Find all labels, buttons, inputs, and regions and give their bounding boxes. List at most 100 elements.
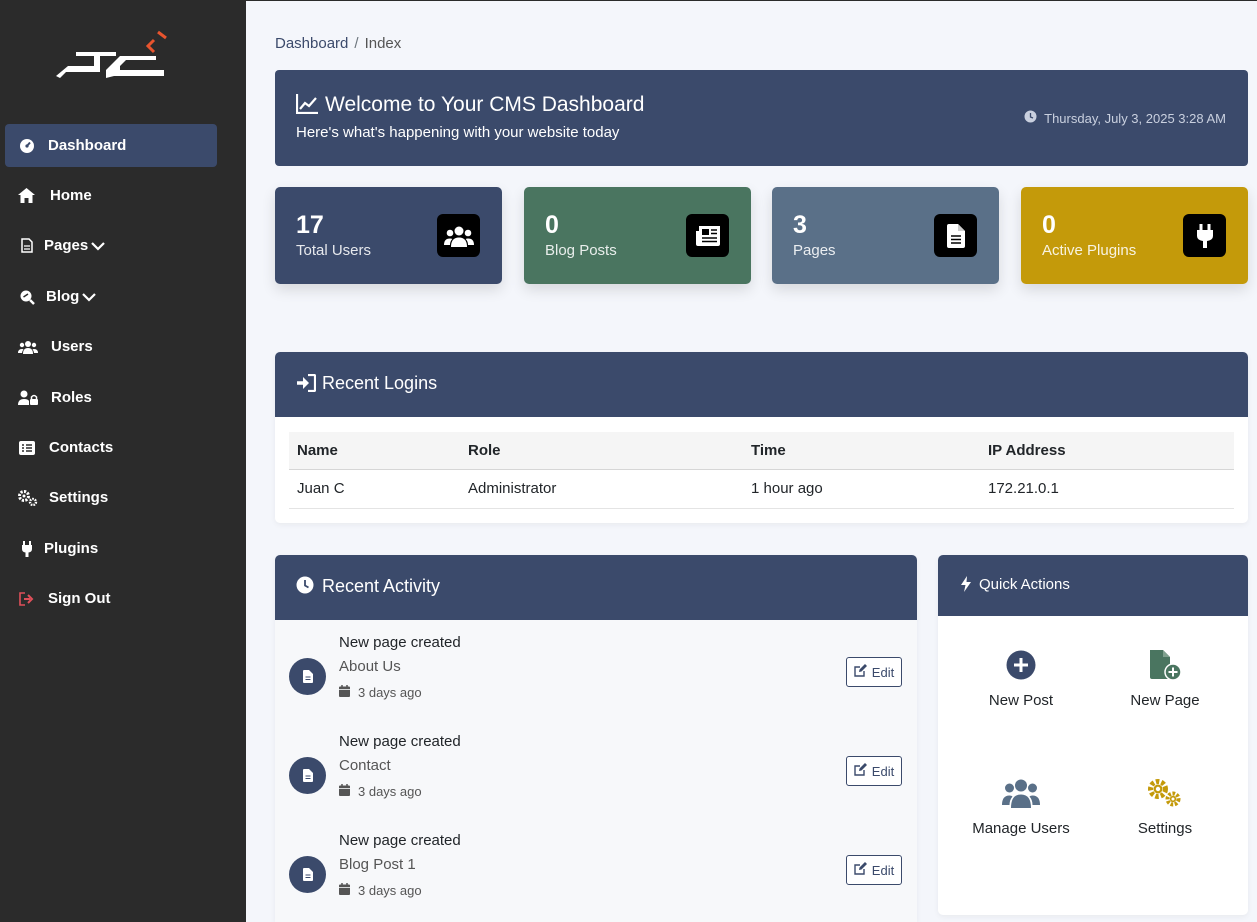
stat-card-users[interactable]: 17 Total Users [275, 187, 502, 284]
calendar-icon [339, 883, 350, 898]
sidebar-item-label: Dashboard [48, 137, 127, 154]
cell-ip: 172.21.0.1 [980, 469, 1234, 509]
column-header: Name [289, 432, 460, 470]
stat-value: 0 [1042, 211, 1056, 239]
sidebar-item-plugins[interactable]: Plugins [5, 527, 217, 570]
stat-card-blog-posts[interactable]: 0 Blog Posts [524, 187, 751, 284]
quick-action-label: New Page [1130, 692, 1200, 709]
calendar-icon [339, 685, 350, 700]
welcome-date: Thursday, July 3, 2025 3:28 AM [1024, 110, 1226, 126]
sidebar-item-label: Users [51, 338, 93, 355]
quick-action-manage-users[interactable]: Manage Users [951, 776, 1091, 837]
sidebar: Dashboard Home Pages Blog Users Roles Co… [0, 0, 246, 922]
breadcrumb-link-dashboard[interactable]: Dashboard [275, 35, 348, 52]
cell-role: Administrator [460, 469, 743, 509]
activity-item: New page created About Us 3 days ago Edi… [289, 634, 903, 724]
sidebar-item-users[interactable]: Users [5, 325, 217, 368]
users-icon [951, 776, 1091, 810]
gears-icon [18, 489, 38, 506]
recent-logins-title: Recent Logins [322, 373, 438, 393]
stat-label: Pages [793, 242, 836, 259]
quick-actions-header: Quick Actions [938, 555, 1248, 616]
activity-action: New page created [339, 634, 461, 651]
list-alt-icon [18, 439, 35, 456]
activity-time: 3 days ago [339, 883, 422, 898]
quick-action-label: Settings [1137, 820, 1193, 837]
stat-label: Active Plugins [1042, 242, 1137, 259]
breadcrumb-current: Index [364, 35, 402, 52]
activity-action: New page created [339, 832, 461, 849]
table-row: Juan C Administrator 1 hour ago 172.21.0… [289, 469, 1234, 509]
recent-logins-card: Recent Logins Name Role Time IP Address … [275, 352, 1248, 523]
stat-card-pages[interactable]: 3 Pages [772, 187, 999, 284]
edit-button[interactable]: Edit [846, 855, 902, 885]
sidebar-item-blog[interactable]: Blog [5, 275, 217, 318]
quick-actions-card: Quick Actions New Post New Page Manage U… [938, 555, 1248, 915]
activity-action: New page created [339, 733, 461, 750]
file-icon [18, 237, 35, 254]
edit-icon [854, 763, 867, 779]
activity-time: 3 days ago [339, 685, 422, 700]
activity-time-text: 3 days ago [358, 784, 422, 799]
activity-target: About Us [339, 658, 401, 675]
gauge-icon [18, 137, 35, 154]
home-icon [18, 187, 35, 204]
brand-logo[interactable] [54, 30, 168, 82]
sidebar-item-sign-out[interactable]: Sign Out [5, 577, 217, 620]
column-header: IP Address [980, 432, 1234, 470]
file-plus-icon [1095, 648, 1235, 682]
edit-button[interactable]: Edit [846, 657, 902, 687]
cell-time: 1 hour ago [743, 469, 980, 509]
recent-activity-card: Recent Activity New page created About U… [275, 555, 917, 922]
table-header-row: Name Role Time IP Address [289, 432, 1234, 470]
column-header: Role [460, 432, 743, 470]
sidebar-item-contacts[interactable]: Contacts [5, 426, 217, 469]
welcome-subtitle: Here's what's happening with your websit… [296, 124, 620, 141]
quick-action-new-post[interactable]: New Post [951, 648, 1091, 709]
sidebar-item-dashboard[interactable]: Dashboard [5, 124, 217, 167]
edit-button-label: Edit [871, 664, 895, 680]
sidebar-item-roles[interactable]: Roles [5, 376, 217, 419]
stat-value: 3 [793, 211, 807, 239]
file-icon [934, 214, 977, 257]
sidebar-item-label: Roles [51, 389, 92, 406]
sidebar-item-settings[interactable]: Settings [5, 476, 217, 519]
activity-item: New page created Contact 3 days ago Edit [289, 733, 903, 823]
chevron-down-icon [82, 289, 96, 306]
sidebar-item-home[interactable]: Home [5, 174, 217, 217]
sidebar-item-label: Settings [49, 489, 109, 506]
activity-target: Contact [339, 757, 391, 774]
recent-logins-table: Name Role Time IP Address Juan C Adminis… [289, 432, 1234, 509]
edit-button[interactable]: Edit [846, 756, 902, 786]
sidebar-item-pages[interactable]: Pages [5, 224, 217, 267]
stat-label: Blog Posts [545, 242, 617, 259]
edit-icon [854, 664, 867, 680]
user-lock-icon [18, 389, 38, 406]
gears-icon [1095, 776, 1235, 810]
sidebar-item-label: Pages [44, 237, 89, 254]
users-icon [437, 214, 480, 257]
sign-in-icon [296, 373, 317, 397]
cell-name: Juan C [289, 469, 460, 509]
sidebar-item-label: Home [50, 187, 92, 204]
plus-circle-icon [951, 648, 1091, 682]
welcome-title: Welcome to Your CMS Dashboard [325, 93, 645, 116]
recent-logins-header: Recent Logins [275, 352, 1248, 417]
clock-icon [1024, 110, 1037, 126]
calendar-icon [339, 784, 350, 799]
newspaper-icon [686, 214, 729, 257]
stat-card-plugins[interactable]: 0 Active Plugins [1021, 187, 1248, 284]
stat-value: 0 [545, 211, 559, 239]
edit-button-label: Edit [871, 862, 895, 878]
recent-activity-header: Recent Activity [275, 555, 917, 620]
activity-item: New page created Blog Post 1 3 days ago … [289, 832, 903, 922]
quick-action-settings[interactable]: Settings [1095, 776, 1235, 837]
quick-action-label: New Post [988, 692, 1054, 709]
chevron-down-icon [91, 238, 105, 255]
stat-label: Total Users [296, 242, 372, 259]
quick-action-label: Manage Users [972, 820, 1070, 837]
file-icon [289, 856, 326, 893]
breadcrumb-separator: / [354, 35, 359, 52]
quick-action-new-page[interactable]: New Page [1095, 648, 1235, 709]
stat-value: 17 [296, 211, 324, 239]
